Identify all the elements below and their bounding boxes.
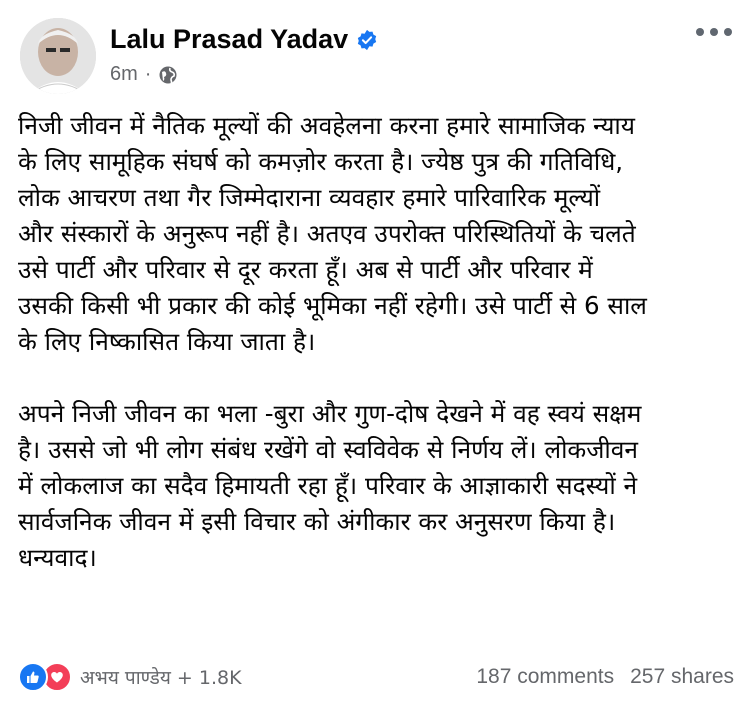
- dot-icon: [710, 28, 718, 36]
- shares-count[interactable]: 257 shares: [630, 665, 734, 689]
- globe-icon[interactable]: [158, 65, 178, 85]
- post-body: निजी जीवन में नैतिक मूल्यों की अवहेलना क…: [18, 108, 734, 576]
- reactions-summary[interactable]: अभय पाण्डेय + 1.8K: [18, 662, 242, 692]
- meta-separator: ·: [144, 63, 152, 85]
- verified-badge-icon: [357, 29, 377, 50]
- avatar[interactable]: [20, 18, 96, 94]
- reactions-count[interactable]: अभय पाण्डेय + 1.8K: [80, 664, 242, 690]
- author-name[interactable]: Lalu Prasad Yadav: [110, 24, 348, 55]
- dot-icon: [696, 28, 704, 36]
- post-time[interactable]: 6m: [110, 63, 138, 86]
- post-header: Lalu Prasad Yadav 6m ·: [0, 0, 750, 100]
- comments-count[interactable]: 187 comments: [476, 665, 614, 689]
- more-options-button[interactable]: [696, 28, 732, 36]
- post-footer: अभय पाण्डेय + 1.8K 187 comments 257 shar…: [18, 660, 734, 694]
- like-icon: [18, 662, 48, 692]
- post-paragraph-2: अपने निजी जीवन का भला -बुरा और गुण-दोष द…: [18, 399, 642, 572]
- post-paragraph-1: निजी जीवन में नैतिक मूल्यों की अवहेलना क…: [18, 111, 647, 356]
- dot-icon: [724, 28, 732, 36]
